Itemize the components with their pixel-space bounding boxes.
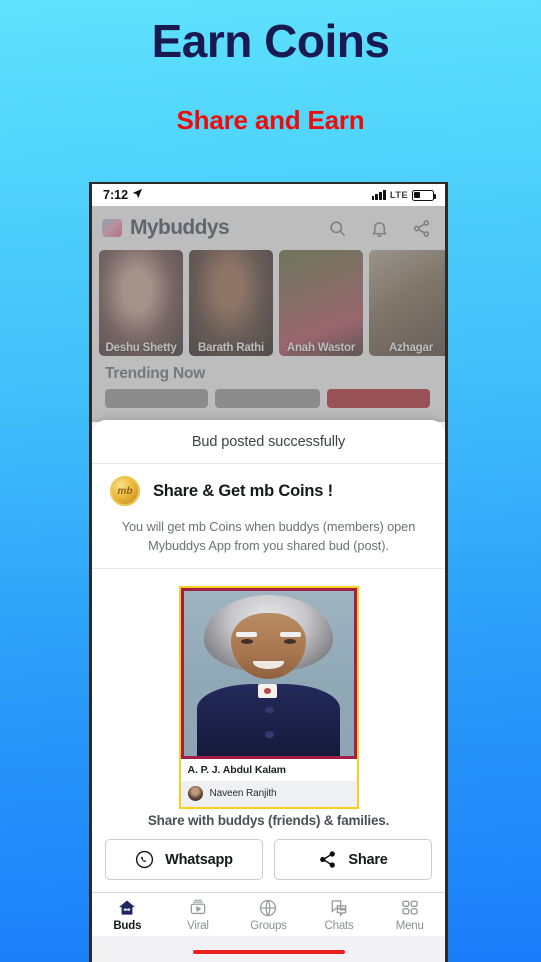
- trending-chip[interactable]: [215, 389, 320, 408]
- share-prompt-label: Share with buddys (friends) & families.: [147, 813, 390, 829]
- story-card[interactable]: Anah Wastor: [279, 250, 363, 356]
- signal-bars-icon: [371, 190, 386, 200]
- promo-subtitle: Share and Earn: [176, 105, 365, 136]
- trending-chips-row: [92, 386, 445, 422]
- story-card[interactable]: Azhagar: [369, 250, 445, 356]
- video-play-icon: [187, 898, 209, 918]
- nav-item-menu[interactable]: Menu: [374, 898, 445, 932]
- search-icon[interactable]: [328, 219, 347, 238]
- post-photo: [180, 588, 357, 757]
- trending-chip[interactable]: [327, 389, 430, 408]
- nav-item-buds[interactable]: Buds: [92, 898, 163, 932]
- shared-post-preview: A. P. J. Abdul Kalam Naveen Ranjith: [92, 569, 445, 810]
- phone-mockup: 7:12 LTE Mybuddys Deshu Shetty Barath Ra…: [89, 182, 448, 962]
- trending-heading: Trending Now: [92, 356, 445, 386]
- whatsapp-icon: [135, 850, 154, 869]
- home-indicator[interactable]: [192, 950, 345, 954]
- trending-chip[interactable]: [105, 389, 208, 408]
- story-photo: [189, 250, 273, 356]
- share-icon[interactable]: [412, 219, 431, 238]
- mybuddys-logo-icon: [102, 219, 122, 237]
- post-card[interactable]: A. P. J. Abdul Kalam Naveen Ranjith: [178, 586, 359, 810]
- story-name: Barath Rathi: [198, 342, 264, 354]
- status-bar: 7:12 LTE: [92, 184, 445, 206]
- story-name: Anah Wastor: [286, 342, 356, 354]
- nav-item-groups[interactable]: Groups: [233, 898, 304, 932]
- sheet-title: Bud posted successfully: [92, 420, 445, 464]
- post-author-name: Naveen Ranjith: [209, 788, 277, 800]
- battery-icon: [412, 189, 437, 201]
- share-button-label: Share: [348, 851, 388, 868]
- page-title: Earn Coins: [151, 15, 390, 67]
- share-bottom-sheet: Bud posted successfully mb Share & Get m…: [92, 420, 445, 962]
- story-card[interactable]: Deshu Shetty: [99, 250, 183, 356]
- share-icon: [318, 850, 337, 869]
- share-buttons-row: Whatsapp Share: [92, 839, 445, 892]
- share-button[interactable]: Share: [274, 839, 432, 881]
- whatsapp-button-label: Whatsapp: [165, 851, 233, 868]
- nav-label-viral: Viral: [186, 920, 209, 933]
- coin-heading-row: mb Share & Get mb Coins !: [92, 464, 445, 510]
- nav-item-viral[interactable]: Viral: [163, 898, 234, 932]
- story-card[interactable]: Barath Rathi: [189, 250, 273, 356]
- nav-label-groups: Groups: [250, 920, 287, 933]
- network-label: LTE: [389, 189, 408, 201]
- mb-coin-icon: mb: [110, 476, 140, 506]
- nav-label-buds: Buds: [113, 920, 142, 933]
- notification-bell-icon[interactable]: [370, 219, 389, 238]
- story-name: Azhagar: [389, 342, 433, 354]
- story-photo: [369, 250, 445, 356]
- location-arrow-icon: [132, 188, 143, 202]
- avatar: [187, 786, 203, 802]
- post-caption: A. P. J. Abdul Kalam: [180, 756, 357, 782]
- globe-icon: [257, 898, 279, 918]
- app-name: Mybuddys: [130, 216, 230, 239]
- promo-header: Earn Coins Share and Earn: [0, 0, 541, 136]
- nav-item-chats[interactable]: Chats: [304, 898, 375, 932]
- grid-menu-icon: [399, 898, 421, 918]
- home-indicator-area: [92, 936, 445, 962]
- story-name: Deshu Shetty: [105, 342, 177, 354]
- stories-row: Deshu Shetty Barath Rathi Anah Wastor Az…: [92, 250, 445, 356]
- home-icon: [116, 898, 138, 918]
- coin-heading: Share & Get mb Coins !: [153, 481, 333, 500]
- bottom-nav: Buds Viral Groups Chats Menu: [92, 892, 445, 937]
- story-photo: [99, 250, 183, 356]
- nav-label-chats: Chats: [324, 920, 354, 933]
- nav-label-menu: Menu: [395, 920, 424, 933]
- app-bar: Mybuddys: [92, 206, 445, 250]
- whatsapp-button[interactable]: Whatsapp: [105, 839, 263, 881]
- coin-description: You will get mb Coins when buddys (membe…: [121, 519, 416, 554]
- status-bar-time: 7:12: [103, 188, 129, 202]
- app-content-dimmed: Mybuddys Deshu Shetty Barath Rathi Anah …: [92, 206, 445, 422]
- story-photo: [279, 250, 363, 356]
- post-author-row: Naveen Ranjith: [180, 781, 357, 808]
- chat-icon: [328, 898, 350, 918]
